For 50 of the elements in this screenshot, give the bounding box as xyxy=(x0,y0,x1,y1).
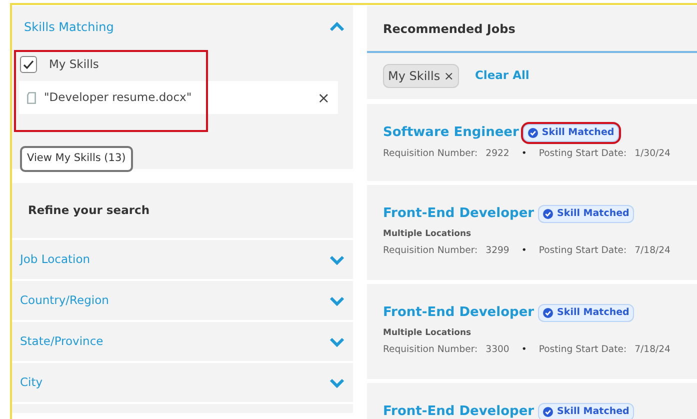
check-circle-icon xyxy=(543,208,554,219)
checkbox[interactable] xyxy=(20,56,37,74)
job-location: Multiple Locations xyxy=(383,326,472,340)
job-title-link[interactable]: Front-End Developer xyxy=(383,204,534,224)
requisition-number: 3299 xyxy=(486,244,510,258)
document-icon xyxy=(27,92,36,104)
date-label: Posting Start Date: xyxy=(538,244,627,258)
skill-matched-badge: Skill Matched xyxy=(538,304,634,322)
job-title-link[interactable]: Front-End Developer xyxy=(383,303,534,322)
skill-matched-badge: Skill Matched xyxy=(538,204,634,223)
separator-dot: • xyxy=(520,343,528,358)
posting-date: 7/18/24 xyxy=(634,343,670,358)
filter-label[interactable]: Job Location xyxy=(20,250,90,268)
check-circle-icon xyxy=(543,406,554,417)
posting-date: 7/18/24 xyxy=(634,244,670,258)
separator-dot: • xyxy=(520,146,528,160)
section-heading: Refine your search xyxy=(27,202,150,219)
chevron-up-icon[interactable] xyxy=(329,22,345,32)
file-name: "Developer resume.docx" xyxy=(44,89,193,106)
date-label: Posting Start Date: xyxy=(538,343,627,358)
chevron-down-icon[interactable] xyxy=(329,378,345,388)
job-location: Multiple Locations xyxy=(383,228,472,240)
remove-button[interactable]: × xyxy=(317,86,330,109)
posting-date: 1/30/24 xyxy=(634,146,670,160)
job-title-link[interactable]: Software Engineer xyxy=(383,123,519,142)
check-circle-icon xyxy=(528,128,538,138)
clear-all-link[interactable]: Clear All xyxy=(474,67,530,85)
chevron-down-icon[interactable] xyxy=(329,336,345,346)
panel-title[interactable]: Skills Matching xyxy=(20,18,114,36)
chevron-down-icon[interactable] xyxy=(329,296,345,306)
requisition-number: 3300 xyxy=(486,343,510,358)
filter-chip[interactable]: My Skills × xyxy=(383,64,459,88)
panel-title: Recommended Jobs xyxy=(383,20,516,38)
requisition-label: Requisition Number: xyxy=(383,244,478,258)
filter-label[interactable]: Country/Region xyxy=(20,292,109,310)
requisition-label: Requisition Number: xyxy=(383,343,478,358)
filter-label[interactable]: City xyxy=(20,374,43,392)
requisition-label: Requisition Number: xyxy=(383,146,478,160)
checkbox-label: My Skills xyxy=(49,56,99,73)
checkmark-icon xyxy=(23,60,34,70)
chevron-down-icon[interactable] xyxy=(329,254,345,264)
date-label: Posting Start Date: xyxy=(538,146,627,160)
requisition-number: 2922 xyxy=(486,146,510,160)
view-skills-button[interactable]: View My Skills (13) xyxy=(20,146,133,172)
skill-matched-badge: Skill Matched xyxy=(522,124,620,142)
filter-label[interactable]: State/Province xyxy=(20,332,104,350)
skill-matched-badge: Skill Matched xyxy=(538,402,634,419)
separator-dot: • xyxy=(520,244,528,258)
check-circle-icon xyxy=(543,308,554,318)
job-title-link[interactable]: Front-End Developer xyxy=(383,402,534,419)
